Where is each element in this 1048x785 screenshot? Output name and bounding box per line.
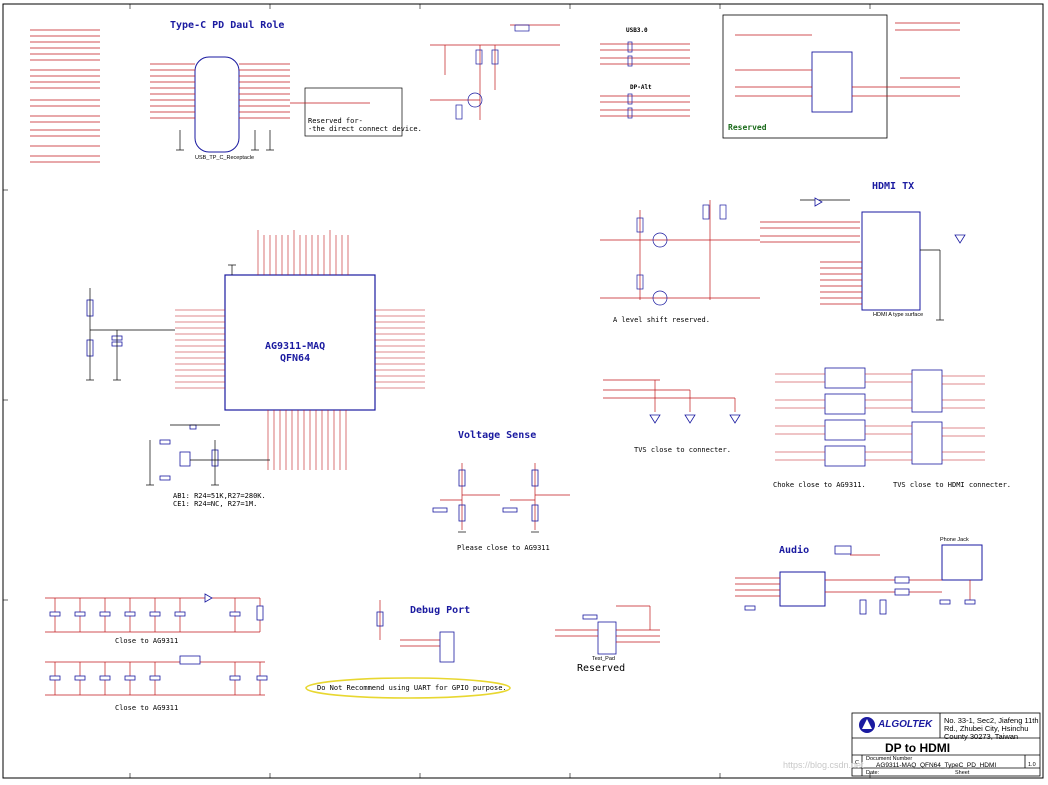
phone-jack	[941, 544, 983, 581]
reserved-mux-box	[722, 14, 888, 139]
chip-name: AG9311-MAQ	[265, 341, 326, 352]
note-reserved-direct-2: -the direct connect device.	[308, 125, 422, 133]
schematic-sheet	[2, 3, 1044, 779]
label-test-pad: Test_Pad	[592, 656, 615, 662]
section-usb3: USB3.0	[626, 27, 648, 34]
common-chokes	[824, 367, 943, 467]
section-audio: Audio	[779, 545, 810, 556]
address-line-3: County 30273, Taiwan	[944, 732, 1019, 741]
note-uart-warning: Do Not Recommend using UART for GPIO pur…	[317, 684, 507, 692]
vconn-switch	[430, 24, 560, 120]
section-voltage-sense: Voltage Sense	[458, 430, 537, 441]
note-tvs-connecter: TVS close to connecter.	[634, 446, 731, 454]
audio-dac	[779, 571, 826, 607]
watermark: https://blog.csdn.net	[783, 760, 864, 770]
hdmi-level-shift	[600, 200, 860, 300]
note-ce1: CE1: R24=NC, R27=1M.	[173, 500, 258, 508]
note-close-1: Close to AG9311	[115, 637, 179, 645]
note-level-shift: A level shift reserved.	[613, 316, 710, 324]
label-phone-jack: Phone Jack	[940, 537, 969, 543]
note-tvs-hdmi: TVS close to HDMI connecter.	[893, 481, 1012, 489]
section-debug-port: Debug Port	[410, 605, 471, 616]
note-close-2: Close to AG9311	[115, 704, 179, 712]
section-typec: Type-C PD Daul Role	[170, 20, 285, 31]
tvs-diodes	[603, 379, 736, 412]
note-ab1: AB1: R24=51K,R27=280K.	[173, 492, 266, 500]
test-pad	[582, 614, 617, 655]
rev-value: 1.0	[1028, 762, 1036, 768]
left-passives	[86, 299, 197, 430]
doc-number: AG9311-MAQ_QFN64_TypeC_PD_HDMI	[876, 762, 997, 769]
section-reserved-top: Reserved	[728, 123, 767, 132]
note-choke: Choke close to AG9311.	[773, 481, 866, 489]
logo-text: ALGOLTEK	[878, 719, 933, 730]
note-place-close: Please close to AG9311	[457, 544, 550, 552]
label-hdmi-connector: HDMI A type surface	[873, 312, 924, 318]
label-typec-receptacle: USB_TP_C_Receptacle	[195, 155, 255, 161]
chip-package: QFN64	[280, 353, 311, 364]
drawing-title: DP to HDMI	[885, 741, 951, 755]
note-reserved-direct-1: Reserved for-	[308, 117, 363, 125]
sheet-label: Sheet	[955, 770, 970, 776]
section-reserved-bottom: Reserved	[577, 663, 626, 674]
hdmi-connector	[861, 211, 921, 311]
usb3-nets	[600, 43, 690, 117]
typec-connector	[150, 56, 290, 153]
left-net-labels	[30, 29, 100, 163]
voltage-sense	[440, 463, 570, 530]
date-label: Date:	[866, 770, 880, 776]
section-dpalt: DP-Alt	[630, 84, 652, 91]
section-hdmi-tx: HDMI TX	[872, 181, 915, 192]
